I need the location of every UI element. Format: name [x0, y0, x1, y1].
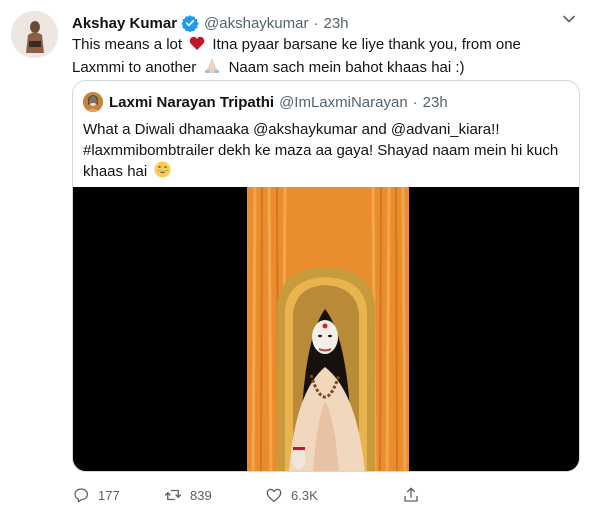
- share-icon: [404, 487, 418, 502]
- retweet-button[interactable]: 839: [164, 486, 265, 504]
- reply-count: 177: [98, 487, 120, 503]
- reply-icon: [74, 488, 89, 503]
- tweet-text: This means a lot Itna pyaar barsane ke l…: [72, 34, 572, 80]
- quoted-author-name[interactable]: Laxmi Narayan Tripathi: [109, 94, 274, 111]
- like-icon: [266, 488, 282, 503]
- like-count: 6.3K: [291, 487, 318, 503]
- quoted-tweet-header: Laxmi Narayan Tripathi @ImLaxmiNarayan ·…: [83, 91, 448, 113]
- quoted-author-avatar[interactable]: [83, 92, 103, 112]
- like-button[interactable]: 6.3K: [265, 486, 402, 504]
- quoted-timestamp[interactable]: 23h: [423, 94, 448, 111]
- tweet-timestamp[interactable]: 23h: [323, 15, 348, 32]
- quoted-author-handle[interactable]: @ImLaxmiNarayan: [279, 94, 408, 111]
- video-player[interactable]: [73, 186, 579, 471]
- reply-button[interactable]: 177: [72, 486, 164, 504]
- author-name[interactable]: Akshay Kumar: [72, 15, 177, 32]
- retweet-count: 839: [190, 487, 212, 503]
- quoted-tweet[interactable]: Laxmi Narayan Tripathi @ImLaxmiNarayan ·…: [72, 80, 580, 472]
- tweet-action-bar: 177 839 6.3K: [72, 485, 512, 505]
- author-handle[interactable]: @akshaykumar: [204, 15, 308, 32]
- video-thumbnail: [73, 186, 579, 471]
- chevron-down-icon[interactable]: [562, 12, 576, 31]
- retweet-icon: [164, 489, 182, 501]
- header-separator: ·: [313, 14, 319, 32]
- verified-badge-icon: [181, 14, 199, 32]
- tweet-text-part3: Naam sach mein bahot khaas hai :): [228, 59, 465, 76]
- author-avatar[interactable]: [11, 11, 58, 58]
- folded-hands-emoji: [203, 58, 221, 80]
- grinning-emoji: [154, 161, 171, 184]
- tweet-header: Akshay Kumar @akshaykumar · 23h: [72, 13, 574, 33]
- share-button[interactable]: [402, 486, 420, 504]
- quoted-header-separator: ·: [412, 93, 418, 111]
- tweet-text-part1: This means a lot: [72, 36, 183, 53]
- quoted-tweet-text: What a Diwali dhamaaka @akshaykumar and …: [83, 119, 563, 184]
- red-heart-emoji: [189, 36, 205, 57]
